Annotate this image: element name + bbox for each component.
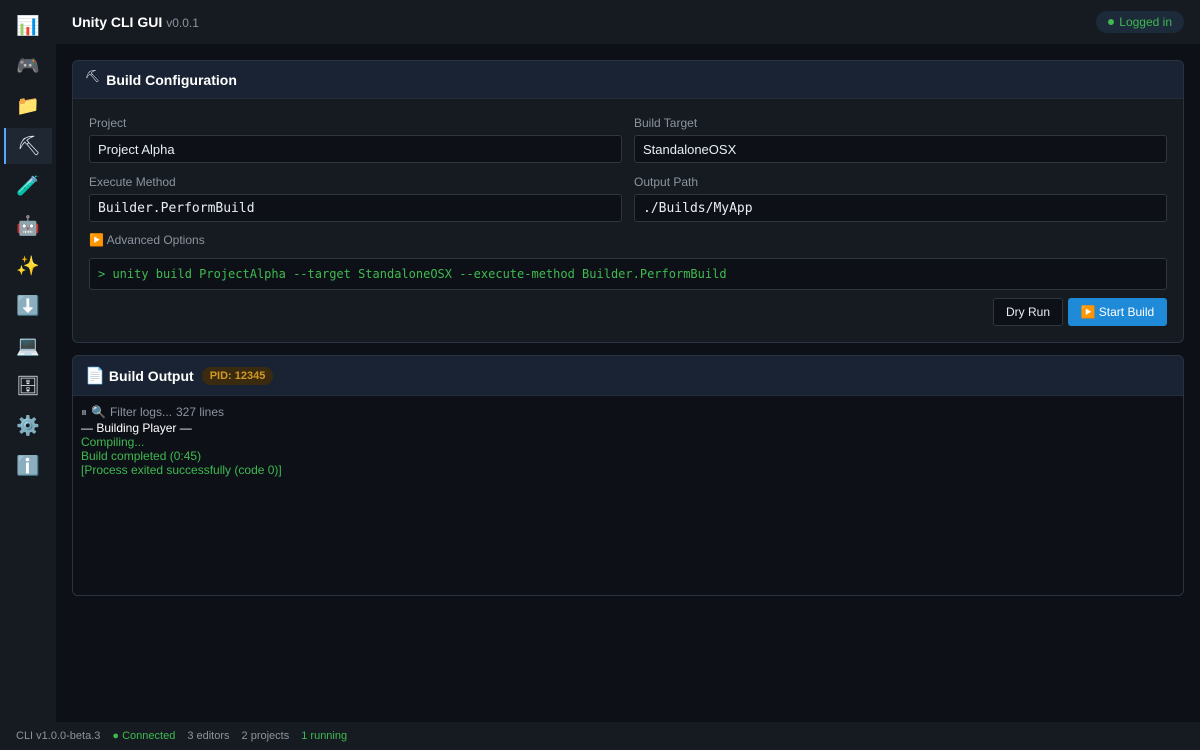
log-toolbar: ⏸ 🔍 Filter logs... 327 lines	[81, 405, 1175, 420]
command-preview-text: > unity build ProjectAlpha --target Stan…	[98, 267, 727, 281]
output-path-field[interactable]: ./Builds/MyApp	[634, 194, 1167, 222]
sidebar-item-test[interactable]: 🧪	[4, 168, 52, 204]
chart-icon: 📊	[16, 15, 40, 37]
output-path-label: Output Path	[634, 175, 699, 189]
output-path-value: ./Builds/MyApp	[643, 200, 753, 216]
sparkles-icon: ✨	[16, 255, 40, 277]
sidebar-item-build[interactable]: ⛏	[4, 128, 52, 164]
build-configuration-title: Build Configuration	[106, 71, 237, 88]
log-line: Compiling...	[81, 435, 145, 449]
cli-version: CLI v1.0.0-beta.3	[16, 730, 101, 742]
advanced-options-toggle[interactable]: ▶️ Advanced Options	[89, 233, 205, 247]
cabinet-icon: 🗄	[15, 375, 41, 397]
build-target-label: Build Target	[634, 116, 698, 130]
sidebar-item-editors[interactable]: 🎮	[4, 48, 52, 84]
log-line: — Building Player —	[81, 421, 192, 435]
log-line: [Process exited successfully (code 0)]	[81, 463, 282, 477]
command-preview: > unity build ProjectAlpha --target Stan…	[89, 258, 1167, 290]
app-title-group: Unity CLI GUI v0.0.1	[72, 14, 199, 30]
test-tube-icon: 🧪	[16, 175, 40, 197]
execute-method-label: Execute Method	[89, 175, 176, 189]
app-version: v0.0.1	[166, 16, 199, 30]
search-icon: 🔍	[91, 405, 106, 419]
build-output-panel: 📄 Build Output PID: 12345 ⏸ 🔍 Filter log…	[72, 355, 1184, 596]
sidebar-item-projects[interactable]: 📁	[4, 88, 52, 124]
sidebar-item-ai[interactable]: 🤖	[4, 208, 52, 244]
execute-method-field[interactable]: Builder.PerformBuild	[89, 194, 622, 222]
build-output-title: Build Output	[108, 367, 194, 384]
dry-run-label: Dry Run	[1005, 305, 1050, 319]
sidebar-item-settings[interactable]: ⚙️	[4, 408, 52, 444]
status-bar: CLI v1.0.0-beta.3 ● Connected 3 editors …	[0, 722, 1200, 750]
connection-status: ● Connected	[112, 730, 175, 742]
pid-badge: PID: 12345	[201, 366, 274, 385]
execute-method-value: Builder.PerformBuild	[98, 200, 255, 216]
sidebar-item-dashboard[interactable]: 📊	[4, 8, 52, 44]
log-filter-input[interactable]: Filter logs...	[110, 405, 172, 419]
project-value: Project Alpha	[98, 141, 175, 157]
projects-count: 2 projects	[241, 730, 290, 742]
download-icon: ⬇️	[16, 295, 40, 317]
play-icon: ▶️	[1080, 305, 1096, 319]
sidebar-item-install[interactable]: ⬇️	[4, 288, 52, 324]
sidebar-item-generate[interactable]: ✨	[4, 248, 52, 284]
advanced-options-label: Advanced Options	[106, 233, 205, 247]
hammer-icon: ⛏	[16, 135, 42, 157]
login-status-label: Logged in	[1119, 15, 1172, 29]
running-count: 1 running	[301, 730, 348, 742]
sidebar-item-terminal[interactable]: 💻	[4, 328, 52, 364]
status-dot-icon	[1108, 19, 1115, 25]
log-line-count: 327 lines	[175, 405, 225, 419]
build-output-header: 📄 Build Output PID: 12345	[73, 356, 1183, 396]
hammer-icon: ⛏	[85, 68, 101, 83]
app-header: Unity CLI GUI v0.0.1 Logged in	[56, 0, 1200, 44]
editors-count: 3 editors	[187, 730, 230, 742]
login-status-badge[interactable]: Logged in	[1096, 11, 1184, 33]
build-target-value: StandaloneOSX	[643, 141, 737, 157]
dry-run-button[interactable]: Dry Run	[993, 298, 1063, 326]
build-configuration-panel: ⛏ Build Configuration Project Project Al…	[72, 60, 1184, 343]
start-build-label: Start Build	[1098, 305, 1155, 319]
connection-dot-icon: ●	[112, 730, 120, 742]
info-icon: ℹ️	[16, 455, 40, 477]
gamepad-icon: 🎮	[16, 55, 40, 77]
build-target-select[interactable]: StandaloneOSX	[634, 135, 1167, 163]
sidebar: 📊 🎮 📁 ⛏ 🧪 🤖 ✨ ⬇️ 💻 🗄 ⚙️ ℹ️	[0, 0, 56, 722]
play-icon: ▶️	[89, 233, 104, 247]
app-title: Unity CLI GUI	[72, 14, 163, 30]
build-configuration-header: ⛏ Build Configuration	[73, 61, 1183, 99]
connection-label: Connected	[122, 730, 176, 742]
sidebar-item-info[interactable]: ℹ️	[4, 448, 52, 484]
log-output: ⏸ 🔍 Filter logs... 327 lines — Building …	[73, 396, 1183, 595]
start-build-button[interactable]: ▶️ Start Build	[1068, 298, 1167, 326]
document-icon: 📄	[85, 367, 105, 385]
pause-icon[interactable]: ⏸	[81, 405, 87, 420]
laptop-icon: 💻	[16, 335, 40, 357]
robot-icon: 🤖	[16, 215, 40, 237]
log-line: Build completed (0:45)	[81, 449, 202, 463]
folder-icon: 📁	[16, 95, 40, 117]
sidebar-item-packages[interactable]: 🗄	[4, 368, 52, 404]
project-field[interactable]: Project Alpha	[89, 135, 622, 163]
project-label: Project	[89, 116, 127, 130]
gear-icon: ⚙️	[16, 415, 40, 437]
